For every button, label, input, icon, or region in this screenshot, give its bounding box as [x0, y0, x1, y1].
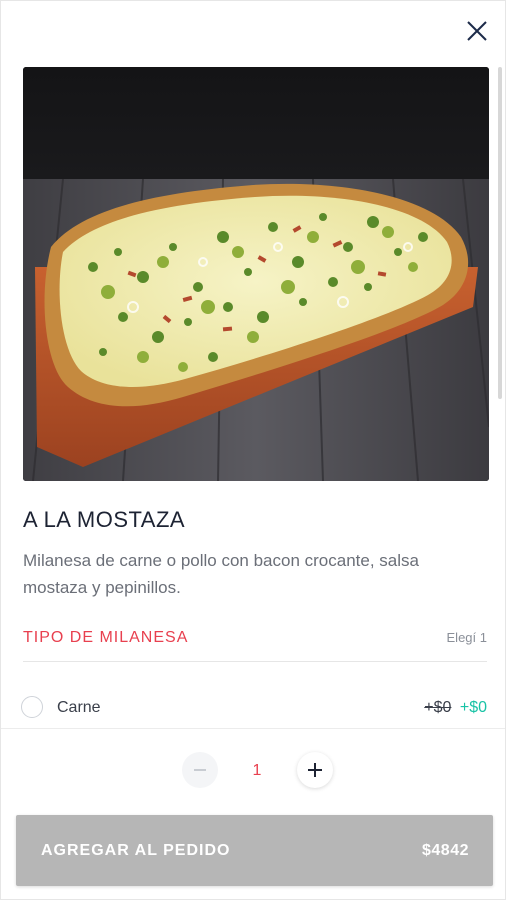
option-row-carne[interactable]: Carne +$0 +$0 — [21, 693, 487, 723]
option-group-rule: Elegí 1 — [446, 630, 487, 645]
close-button[interactable] — [465, 19, 489, 43]
quantity-decrease-button[interactable] — [182, 752, 218, 788]
product-title: A LA MOSTAZA — [23, 507, 186, 532]
quantity-value: 1 — [252, 762, 262, 779]
option-radio[interactable] — [21, 696, 43, 718]
order-total: $4842 — [422, 842, 469, 859]
product-modal: A LA MOSTAZA Milanesa de carne o pollo c… — [0, 0, 506, 900]
option-label: Carne — [57, 699, 101, 716]
product-detail-scroll[interactable]: A LA MOSTAZA Milanesa de carne o pollo c… — [1, 1, 505, 727]
option-price: +$0 +$0 — [424, 699, 487, 717]
quantity-increase-button[interactable] — [297, 752, 333, 788]
scrollbar-thumb[interactable] — [498, 67, 502, 399]
add-to-order-label: AGREGAR AL PEDIDO — [41, 842, 231, 859]
option-group-header: TIPO DE MILANESA Elegí 1 — [23, 627, 487, 662]
option-group-title: TIPO DE MILANESA — [23, 629, 189, 646]
product-image — [23, 67, 489, 481]
close-icon — [467, 21, 487, 41]
option-price-current: +$0 — [459, 699, 487, 716]
minus-icon — [194, 769, 206, 771]
order-footer: 1 AGREGAR AL PEDIDO $4842 — [1, 728, 505, 899]
plus-icon — [308, 763, 322, 777]
product-description: Milanesa de carne o pollo con bacon croc… — [23, 551, 419, 597]
option-price-original: +$0 — [424, 699, 452, 716]
add-to-order-button[interactable]: AGREGAR AL PEDIDO $4842 — [16, 815, 493, 886]
